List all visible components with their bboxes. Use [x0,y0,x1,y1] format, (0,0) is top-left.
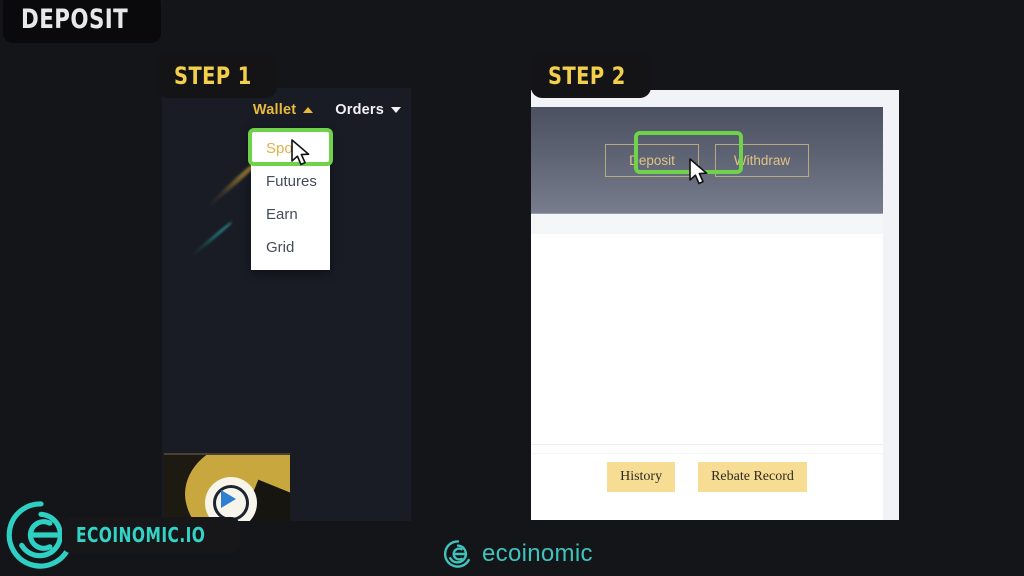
withdraw-button[interactable]: Withdraw [715,143,809,177]
dropdown-item-grid[interactable]: Grid [251,231,330,264]
dropdown-item-earn-label: Earn [266,206,298,223]
watermark-text: ecoinomic [482,540,593,567]
step2-panel: Deposit Withdraw History Rebate Record [531,90,899,520]
scrollbar-track[interactable] [883,90,899,520]
caret-down-icon [391,107,401,113]
wallet-dropdown-menu: Spot Futures Earn Grid [251,129,330,270]
body-divider-bottom [531,453,883,454]
page-title: DEPOSIT [21,4,129,35]
page-title-badge: DEPOSIT [3,0,161,43]
step1-badge: STEP 1 [157,53,278,98]
deposit-button-label: Deposit [629,152,675,168]
body-divider-top [531,444,883,445]
step1-badge-label: STEP 1 [174,62,252,90]
history-button[interactable]: History [607,462,676,492]
ecoinomic-watermark-icon [443,540,470,568]
step2-badge: STEP 2 [531,53,652,98]
nav-item-wallet[interactable]: Wallet [252,102,314,118]
withdraw-button-label: Withdraw [733,152,791,168]
step1-panel: Wallet Orders Spot Futures Earn Grid [162,88,411,521]
caret-up-icon [303,107,314,113]
brand-text-left: ECOINOMIC.IO [76,523,206,547]
step2-sub-strip [531,214,883,234]
decorative-teal-streak [189,220,233,259]
dropdown-item-futures[interactable]: Futures [251,165,330,198]
nav-item-orders[interactable]: Orders [335,102,401,118]
rebate-record-button[interactable]: Rebate Record [698,462,807,492]
record-button-group: History Rebate Record [531,462,883,492]
step2-body: History Rebate Record [531,234,883,520]
dropdown-item-grid-label: Grid [266,239,295,256]
step2-banner: Deposit Withdraw [531,107,883,214]
banner-button-group: Deposit Withdraw [531,107,883,213]
rebate-record-button-label: Rebate Record [711,469,794,484]
step1-navbar: Wallet Orders [253,102,401,118]
screenshot-root: DEPOSIT Wallet Orders Spot Futures Earn [0,0,1024,576]
deposit-button[interactable]: Deposit [605,143,699,177]
dropdown-item-spot[interactable]: Spot [251,132,330,165]
dropdown-item-earn[interactable]: Earn [251,198,330,231]
footer-brand-left: ECOINOMIC.IO [4,498,241,572]
dropdown-item-spot-label: Spot [266,140,297,157]
dropdown-item-futures-label: Futures [266,173,317,190]
nav-item-orders-label: Orders [335,102,384,118]
nav-item-wallet-label: Wallet [252,102,297,118]
history-button-label: History [620,469,663,484]
step2-badge-label: STEP 2 [548,62,626,90]
brand-badge-left: ECOINOMIC.IO [62,517,241,553]
footer-watermark: ecoinomic [443,539,593,569]
